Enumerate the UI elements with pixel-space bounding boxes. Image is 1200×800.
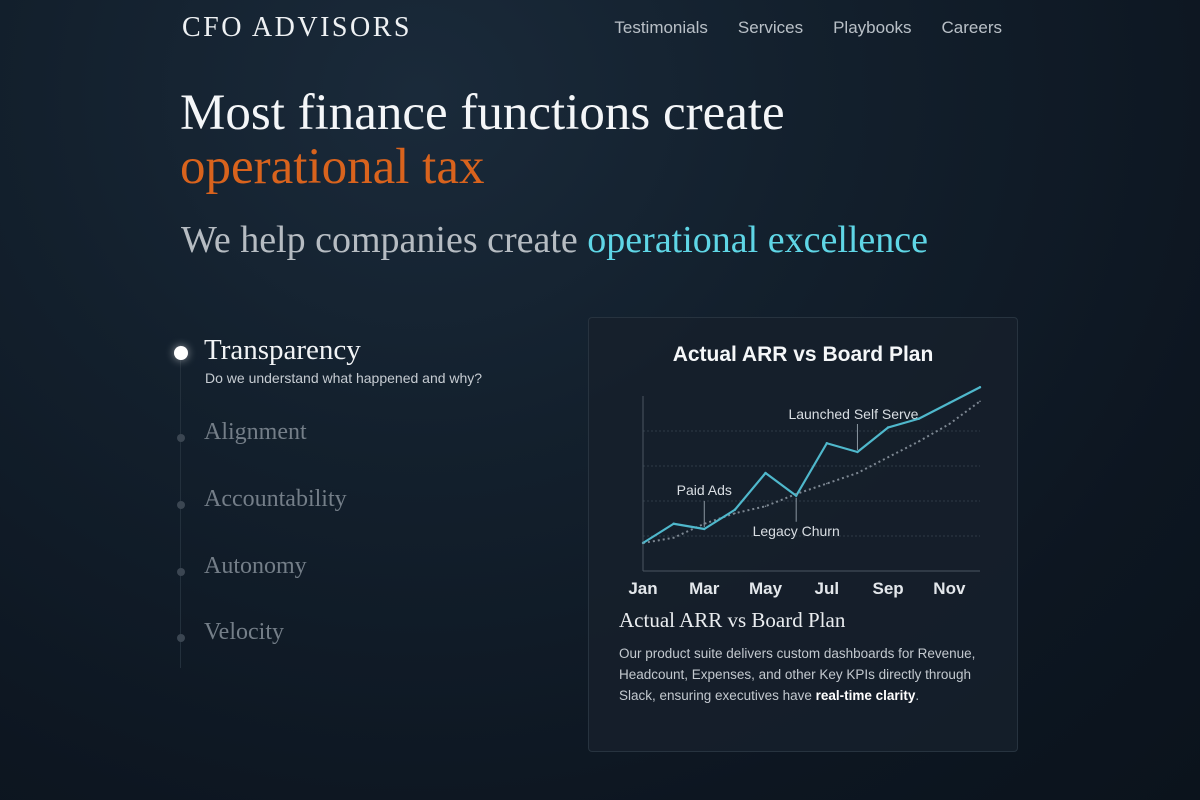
step-title: Autonomy: [204, 553, 307, 579]
step-dot: [177, 568, 185, 576]
step-dot: [177, 501, 185, 509]
series-plan-point: [948, 423, 951, 425]
hero-headline-text: Most finance functions create: [180, 85, 785, 141]
series-actual-point: [703, 527, 706, 531]
pillar-steps: Transparency Do we understand what happe…: [168, 320, 548, 670]
hero-subheadline-text: We help companies create: [181, 219, 588, 261]
card-description-end: .: [915, 688, 920, 703]
series-plan-point: [642, 542, 644, 544]
series-plan-point: [734, 512, 736, 515]
series-plan-point: [856, 472, 859, 474]
feature-card: Actual ARR vs Board Plan Paid Ads Legacy …: [588, 317, 1018, 752]
series-actual-point: [856, 450, 859, 454]
hero-subheadline-accent: operational excellence: [587, 219, 929, 261]
card-description-text: Our product suite delivers custom dashbo…: [619, 646, 976, 703]
series-actual-point: [794, 494, 798, 497]
series-plan-line: [642, 400, 981, 544]
series-actual-point: [672, 522, 675, 525]
series-plan-point: [826, 482, 828, 485]
annotation-label-legacy-churn: Legacy Churn: [753, 523, 840, 539]
step-title: Accountability: [204, 486, 347, 512]
x-tick-label: Jan: [628, 579, 657, 598]
hero-headline: Most finance functions create operationa…: [180, 86, 785, 194]
nav-careers-link[interactable]: Careers: [942, 18, 1002, 38]
hero-subheadline: We help companies create operational exc…: [181, 218, 928, 262]
series-plan-point: [764, 505, 767, 508]
arr-line-chart: Paid Ads Legacy Churn Launched Self Serve J…: [628, 386, 982, 598]
series-actual-point: [948, 401, 951, 405]
x-tick-label: Sep: [872, 579, 903, 598]
series-actual-point: [978, 386, 982, 389]
step-dot-active: [174, 346, 188, 360]
brand-logo[interactable]: CFO ADVISORS: [182, 12, 412, 44]
series-actual-point: [733, 508, 737, 511]
series-plan-point: [917, 440, 920, 443]
series-actual-point: [886, 426, 890, 429]
x-tick-label: May: [749, 579, 783, 598]
x-tick-label: Mar: [689, 579, 720, 598]
nav-services-link[interactable]: Services: [738, 18, 803, 38]
x-tick-label: Jul: [815, 579, 840, 598]
series-plan-point: [672, 536, 675, 539]
annotation-label-paid-ads: Paid Ads: [677, 482, 732, 498]
series-actual-point: [825, 442, 829, 445]
series-plan-point: [703, 522, 706, 525]
step-dot: [177, 434, 185, 442]
series-plan-point: [887, 456, 889, 459]
step-title: Alignment: [204, 419, 307, 445]
hero-headline-accent: operational tax: [180, 139, 485, 195]
step-dot: [177, 634, 185, 642]
main-nav: Testimonials Services Playbooks Careers: [614, 18, 1002, 38]
x-tick-label: Nov: [933, 579, 966, 598]
step-subtitle: Do we understand what happened and why?: [205, 370, 483, 386]
card-description: Our product suite delivers custom dashbo…: [619, 643, 999, 706]
nav-testimonials-link[interactable]: Testimonials: [614, 18, 708, 38]
series-actual-point: [764, 471, 767, 475]
card-subtitle: Actual ARR vs Board Plan: [619, 608, 846, 632]
annotation-label-self-serve: Launched Self Serve: [788, 406, 918, 422]
series-actual-point: [917, 417, 920, 420]
step-title: Velocity: [204, 619, 284, 645]
nav-playbooks-link[interactable]: Playbooks: [833, 18, 911, 38]
step-title: Transparency: [204, 334, 361, 366]
series-plan-point: [795, 493, 797, 495]
card-description-bold: real-time clarity: [815, 688, 916, 703]
series-plan-point: [979, 400, 981, 403]
